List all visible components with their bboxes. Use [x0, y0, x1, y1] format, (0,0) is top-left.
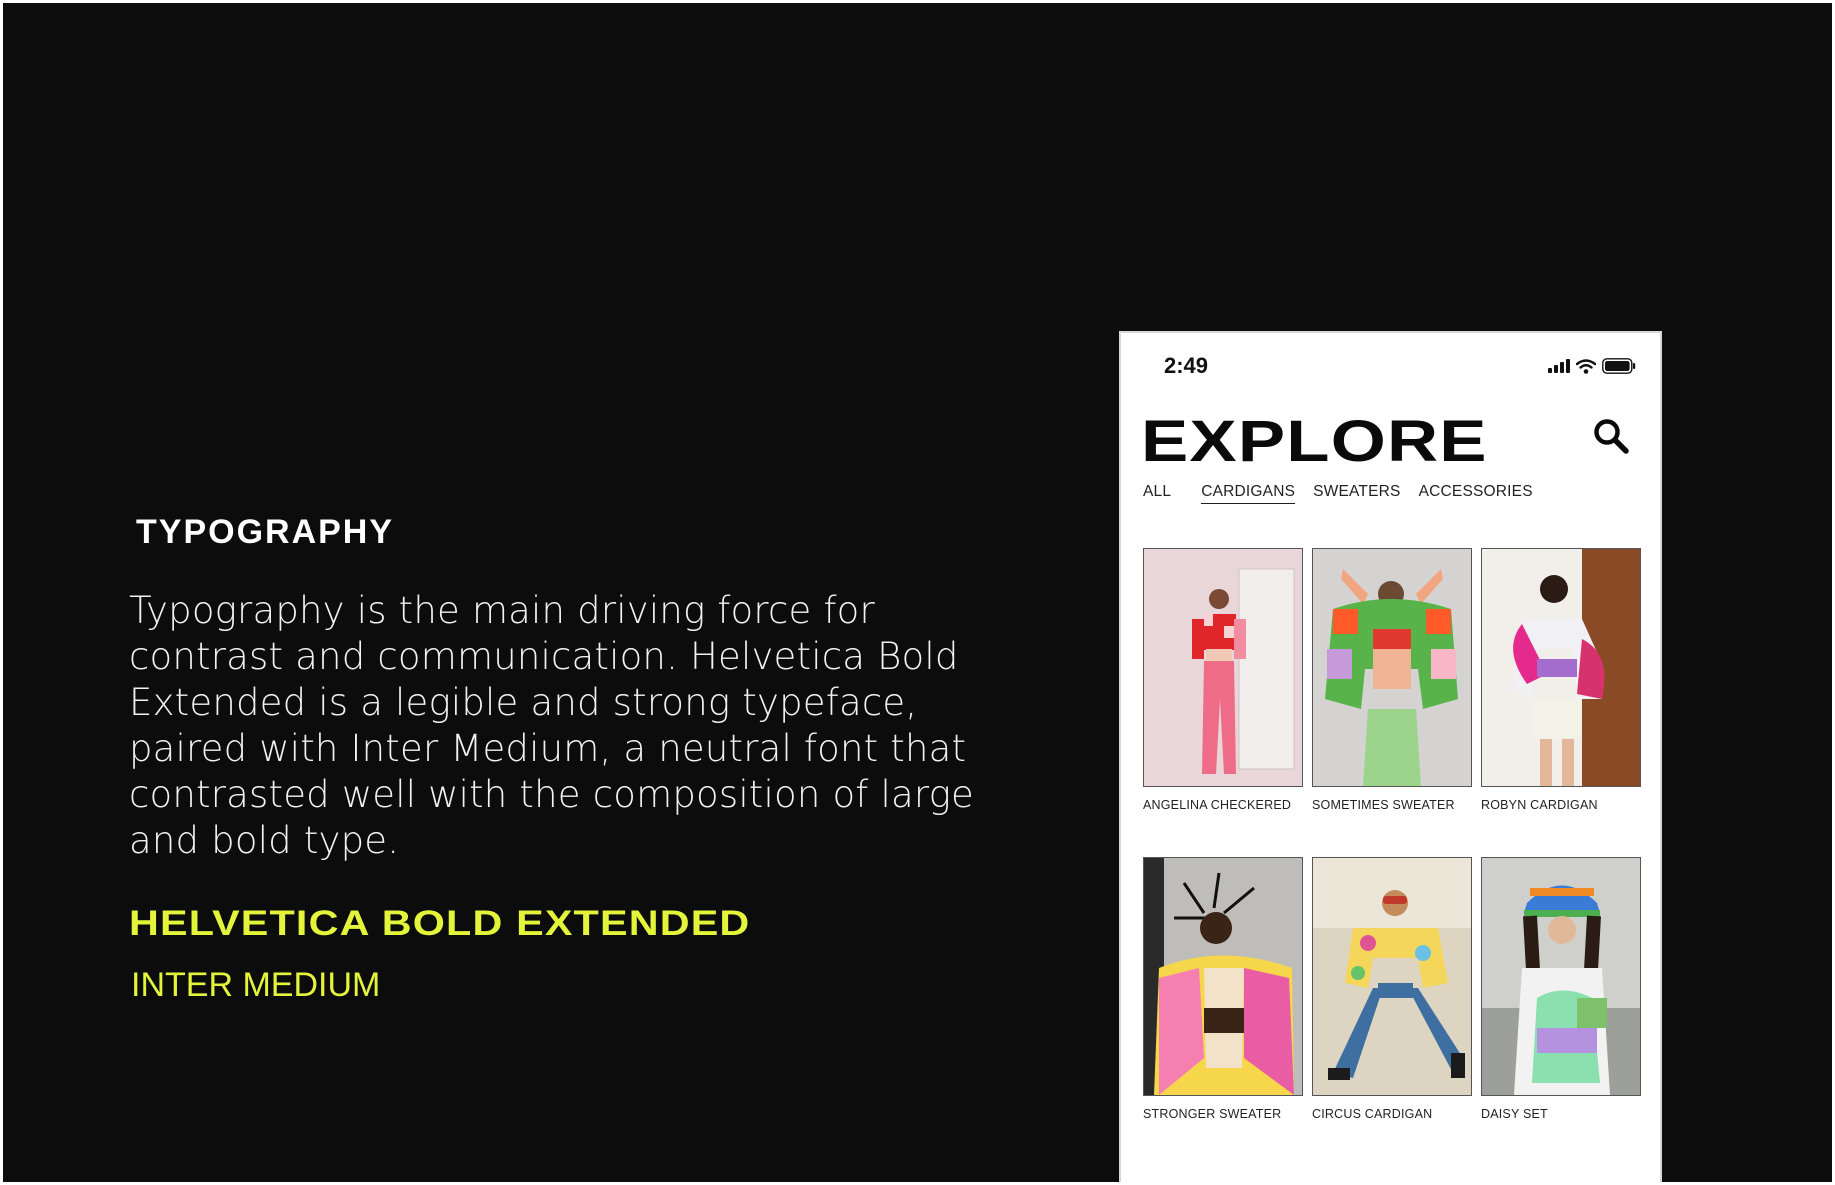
slide: TYPOGRAPHY Typography is the main drivin… — [3, 3, 1832, 1182]
tab-sweaters[interactable]: SWEATERS — [1313, 483, 1400, 504]
product-photo — [1481, 857, 1641, 1096]
wifi-icon — [1576, 358, 1596, 374]
product-card[interactable]: DAISY SET — [1481, 857, 1641, 1121]
page-title: EXPLORE — [1141, 409, 1488, 474]
search-icon — [1594, 419, 1629, 454]
product-name: DAISY SET — [1481, 1107, 1548, 1121]
product-row: ANGELINA CHECKERED SOMETIMES SWEATER ROB… — [1143, 548, 1643, 812]
product-name: SOMETIMES SWEATER — [1312, 798, 1455, 812]
product-card[interactable]: CIRCUS CARDIGAN — [1312, 857, 1472, 1121]
product-photo — [1481, 548, 1641, 787]
product-photo — [1312, 548, 1472, 787]
search-button[interactable] — [1592, 417, 1630, 455]
product-card[interactable]: STRONGER SWEATER — [1143, 857, 1303, 1121]
product-photo — [1143, 548, 1303, 787]
product-name: STRONGER SWEATER — [1143, 1107, 1282, 1121]
status-icons — [1548, 358, 1636, 374]
section-body: Typography is the main driving force for… — [129, 589, 974, 862]
battery-icon — [1602, 358, 1636, 374]
tab-accessories[interactable]: ACCESSORIES — [1419, 483, 1533, 504]
product-photo — [1312, 857, 1472, 1096]
tab-cardigans[interactable]: CARDIGANS — [1201, 483, 1296, 504]
product-card[interactable]: SOMETIMES SWEATER — [1312, 548, 1472, 812]
cellular-signal-icon — [1548, 359, 1570, 373]
product-name: ROBYN CARDIGAN — [1481, 798, 1598, 812]
product-photo — [1143, 857, 1303, 1096]
tab-all[interactable]: ALL — [1143, 483, 1171, 504]
category-tabs: ALL CARDIGANS SWEATERS ACCESSORIES — [1143, 483, 1551, 504]
product-row: STRONGER SWEATER CIRCUS CARDIGAN DAISY S… — [1143, 857, 1643, 1121]
product-grid: ANGELINA CHECKERED SOMETIMES SWEATER ROB… — [1143, 548, 1643, 1121]
product-card[interactable]: ANGELINA CHECKERED — [1143, 548, 1303, 812]
product-card[interactable]: ROBYN CARDIGAN — [1481, 548, 1641, 812]
status-bar: 2:49 — [1121, 333, 1660, 383]
typography-section: TYPOGRAPHY Typography is the main drivin… — [129, 513, 1009, 1005]
secondary-font-sample: INTER MEDIUM — [131, 966, 381, 1004]
section-title: TYPOGRAPHY — [136, 513, 395, 551]
status-time: 2:49 — [1164, 353, 1209, 378]
product-name: ANGELINA CHECKERED — [1143, 798, 1292, 812]
phone-mockup: 2:49 EXPLORE ALL CARDIGANS SWEATERS ACCE… — [1119, 331, 1662, 1182]
primary-font-sample: HELVETICA BOLD EXTENDED — [129, 904, 751, 943]
product-name: CIRCUS CARDIGAN — [1312, 1107, 1433, 1121]
